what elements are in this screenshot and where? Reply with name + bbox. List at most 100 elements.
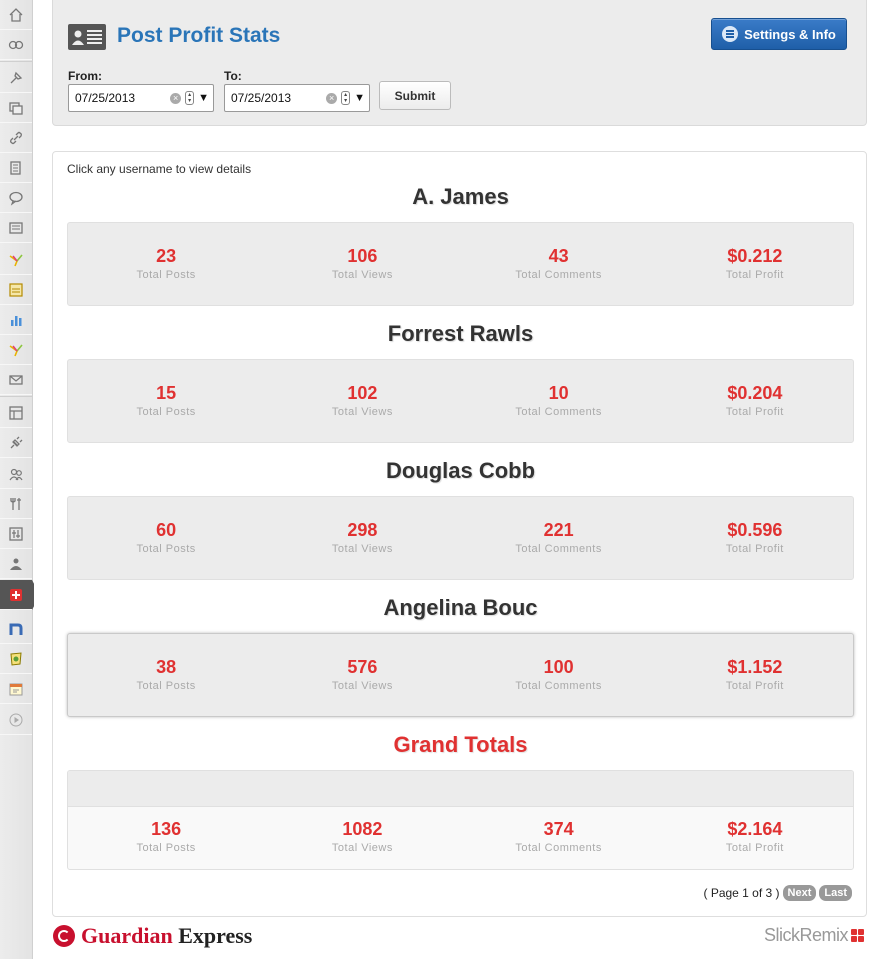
stat-label: Total Views <box>331 543 393 555</box>
stat-label: Total Posts <box>136 842 196 854</box>
stat-value: 106 <box>347 246 378 266</box>
user-stats-box: 60 Total Posts 298 Total Views 221 Total… <box>67 496 854 580</box>
stat-value: 136 <box>151 819 182 839</box>
stats-content-panel: Click any username to view details A. Ja… <box>52 151 867 917</box>
spinner-icon[interactable]: ▴ ▾ <box>185 91 195 105</box>
dropdown-arrow-icon[interactable]: ▼ <box>198 92 209 104</box>
n-plugin-icon[interactable] <box>0 614 32 644</box>
grand-totals-title: Grand Totals <box>393 732 528 757</box>
stat-value: $0.212 <box>727 246 783 266</box>
stat-comments: 221 Total Comments <box>461 497 657 579</box>
calendar-icon[interactable] <box>0 674 32 704</box>
stat-label: Total Comments <box>515 680 602 692</box>
plugins-icon[interactable] <box>0 428 32 458</box>
mail-icon[interactable] <box>0 365 32 395</box>
user-stats-box: 38 Total Posts 576 Total Views 100 Total… <box>67 633 854 717</box>
grand-views: 1082 Total Views <box>264 807 460 854</box>
logo-word-guardian: Guardian <box>81 923 173 948</box>
feedback-icon[interactable] <box>0 213 32 243</box>
stat-label: Total Comments <box>515 269 602 281</box>
media-icon[interactable] <box>0 93 32 123</box>
hint-text: Click any username to view details <box>67 162 252 176</box>
tools-icon[interactable] <box>0 489 32 519</box>
to-date-value: 07/25/2013 <box>231 91 292 105</box>
stat-value: 15 <box>156 383 177 403</box>
clear-icon[interactable]: × <box>326 92 338 104</box>
plugin-star-icon-2[interactable] <box>0 335 32 365</box>
dropdown-arrow-icon[interactable]: ▼ <box>354 92 365 104</box>
stat-value: $2.164 <box>727 819 783 839</box>
badge-icon[interactable] <box>0 644 32 674</box>
stat-posts: 23 Total Posts <box>68 223 264 305</box>
username-link[interactable]: Forrest Rawls <box>53 321 868 347</box>
username-link[interactable]: Douglas Cobb <box>53 458 868 484</box>
stat-value: 10 <box>548 383 569 403</box>
stat-posts: 38 Total Posts <box>68 634 264 716</box>
stat-value: 100 <box>543 657 574 677</box>
stat-label: Total Posts <box>136 543 196 555</box>
stat-profit: $0.204 Total Profit <box>657 360 853 442</box>
jetpack-icon[interactable] <box>0 30 32 60</box>
spinner-icon[interactable]: ▴ ▾ <box>341 91 351 105</box>
guardian-logo-text: Guardian Express <box>81 923 252 949</box>
stat-label: Total Views <box>331 842 393 854</box>
stat-label: Total Comments <box>515 842 602 854</box>
stat-value: 374 <box>543 819 574 839</box>
last-page-button[interactable]: Last <box>819 885 852 901</box>
stat-label: Total Posts <box>136 406 196 418</box>
slickremix-logo-text: SlickRemix <box>763 925 849 945</box>
grand-comments: 374 Total Comments <box>461 807 657 854</box>
settings-icon[interactable] <box>0 519 32 549</box>
pagination: ( Page 1 of 3 ) Next Last <box>703 885 852 901</box>
comments-icon[interactable] <box>0 183 32 213</box>
submit-button[interactable]: Submit <box>379 81 451 110</box>
user-stats-box: 23 Total Posts 106 Total Views 43 Total … <box>67 222 854 306</box>
stat-value: $1.152 <box>727 657 783 677</box>
seo-icon[interactable] <box>0 549 32 579</box>
grand-totals-header <box>68 771 853 807</box>
to-label: To: <box>224 69 242 83</box>
posts-icon[interactable] <box>0 63 32 93</box>
menu-icon <box>722 26 739 42</box>
username-link[interactable]: A. James <box>53 184 868 210</box>
stat-value: 23 <box>156 246 177 266</box>
stat-profit: $1.152 Total Profit <box>657 634 853 716</box>
stat-posts: 60 Total Posts <box>68 497 264 579</box>
settings-info-button[interactable]: Settings & Info <box>711 18 847 50</box>
stat-value: 60 <box>156 520 177 540</box>
slickremix-logo: SlickRemix <box>764 925 864 946</box>
stat-label: Total Posts <box>136 269 196 281</box>
from-date-field[interactable]: 07/25/2013 × ▴ ▾ ▼ <box>68 84 214 112</box>
username-link[interactable]: Angelina Bouc <box>53 595 868 621</box>
stat-value: 576 <box>347 657 378 677</box>
from-label: From: <box>68 69 102 83</box>
stat-value: 1082 <box>342 819 383 839</box>
grand-profit: $2.164 Total Profit <box>657 807 853 854</box>
stat-label: Total Views <box>331 269 393 281</box>
portfolio-icon[interactable] <box>0 275 32 305</box>
stat-value: 102 <box>347 383 378 403</box>
appearance-icon[interactable] <box>0 398 32 428</box>
dashboard-icon[interactable] <box>0 0 32 30</box>
grand-posts: 136 Total Posts <box>68 807 264 854</box>
stat-label: Total Profit <box>725 680 784 692</box>
stats-icon[interactable] <box>0 305 32 335</box>
guardian-logo-icon <box>53 925 75 947</box>
stat-value: 43 <box>548 246 569 266</box>
post-profit-icon[interactable] <box>0 580 32 610</box>
links-icon[interactable] <box>0 123 32 153</box>
stat-profit: $0.596 Total Profit <box>657 497 853 579</box>
pages-icon[interactable] <box>0 153 32 183</box>
stats-header-panel: Post Profit Stats Settings & Info From: … <box>52 0 867 126</box>
users-icon[interactable] <box>0 459 32 489</box>
plugin-star-icon[interactable] <box>0 245 32 275</box>
collapse-menu-icon[interactable] <box>0 705 32 735</box>
clear-icon[interactable]: × <box>170 92 182 104</box>
stat-value: $0.596 <box>727 520 783 540</box>
stat-views: 106 Total Views <box>264 223 460 305</box>
to-date-field[interactable]: 07/25/2013 × ▴ ▾ ▼ <box>224 84 370 112</box>
next-page-button[interactable]: Next <box>782 885 817 901</box>
settings-info-label: Settings & Info <box>744 26 836 42</box>
stat-comments: 100 Total Comments <box>461 634 657 716</box>
grand-totals-box: 136 Total Posts 1082 Total Views 374 Tot… <box>67 770 854 870</box>
